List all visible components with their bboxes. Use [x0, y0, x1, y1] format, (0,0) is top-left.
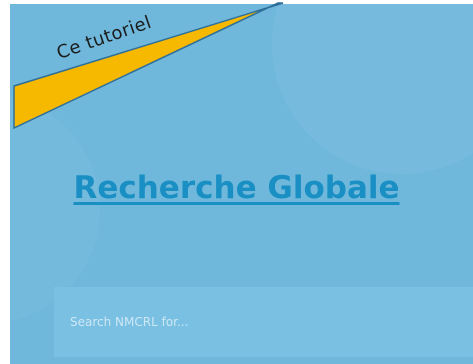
- search-input[interactable]: [54, 287, 473, 357]
- background-circle-decoration: [272, 4, 473, 174]
- page-canvas: Ce tutoriel Recherche Globale: [0, 0, 473, 364]
- page-title-link[interactable]: Recherche Globale: [0, 170, 473, 206]
